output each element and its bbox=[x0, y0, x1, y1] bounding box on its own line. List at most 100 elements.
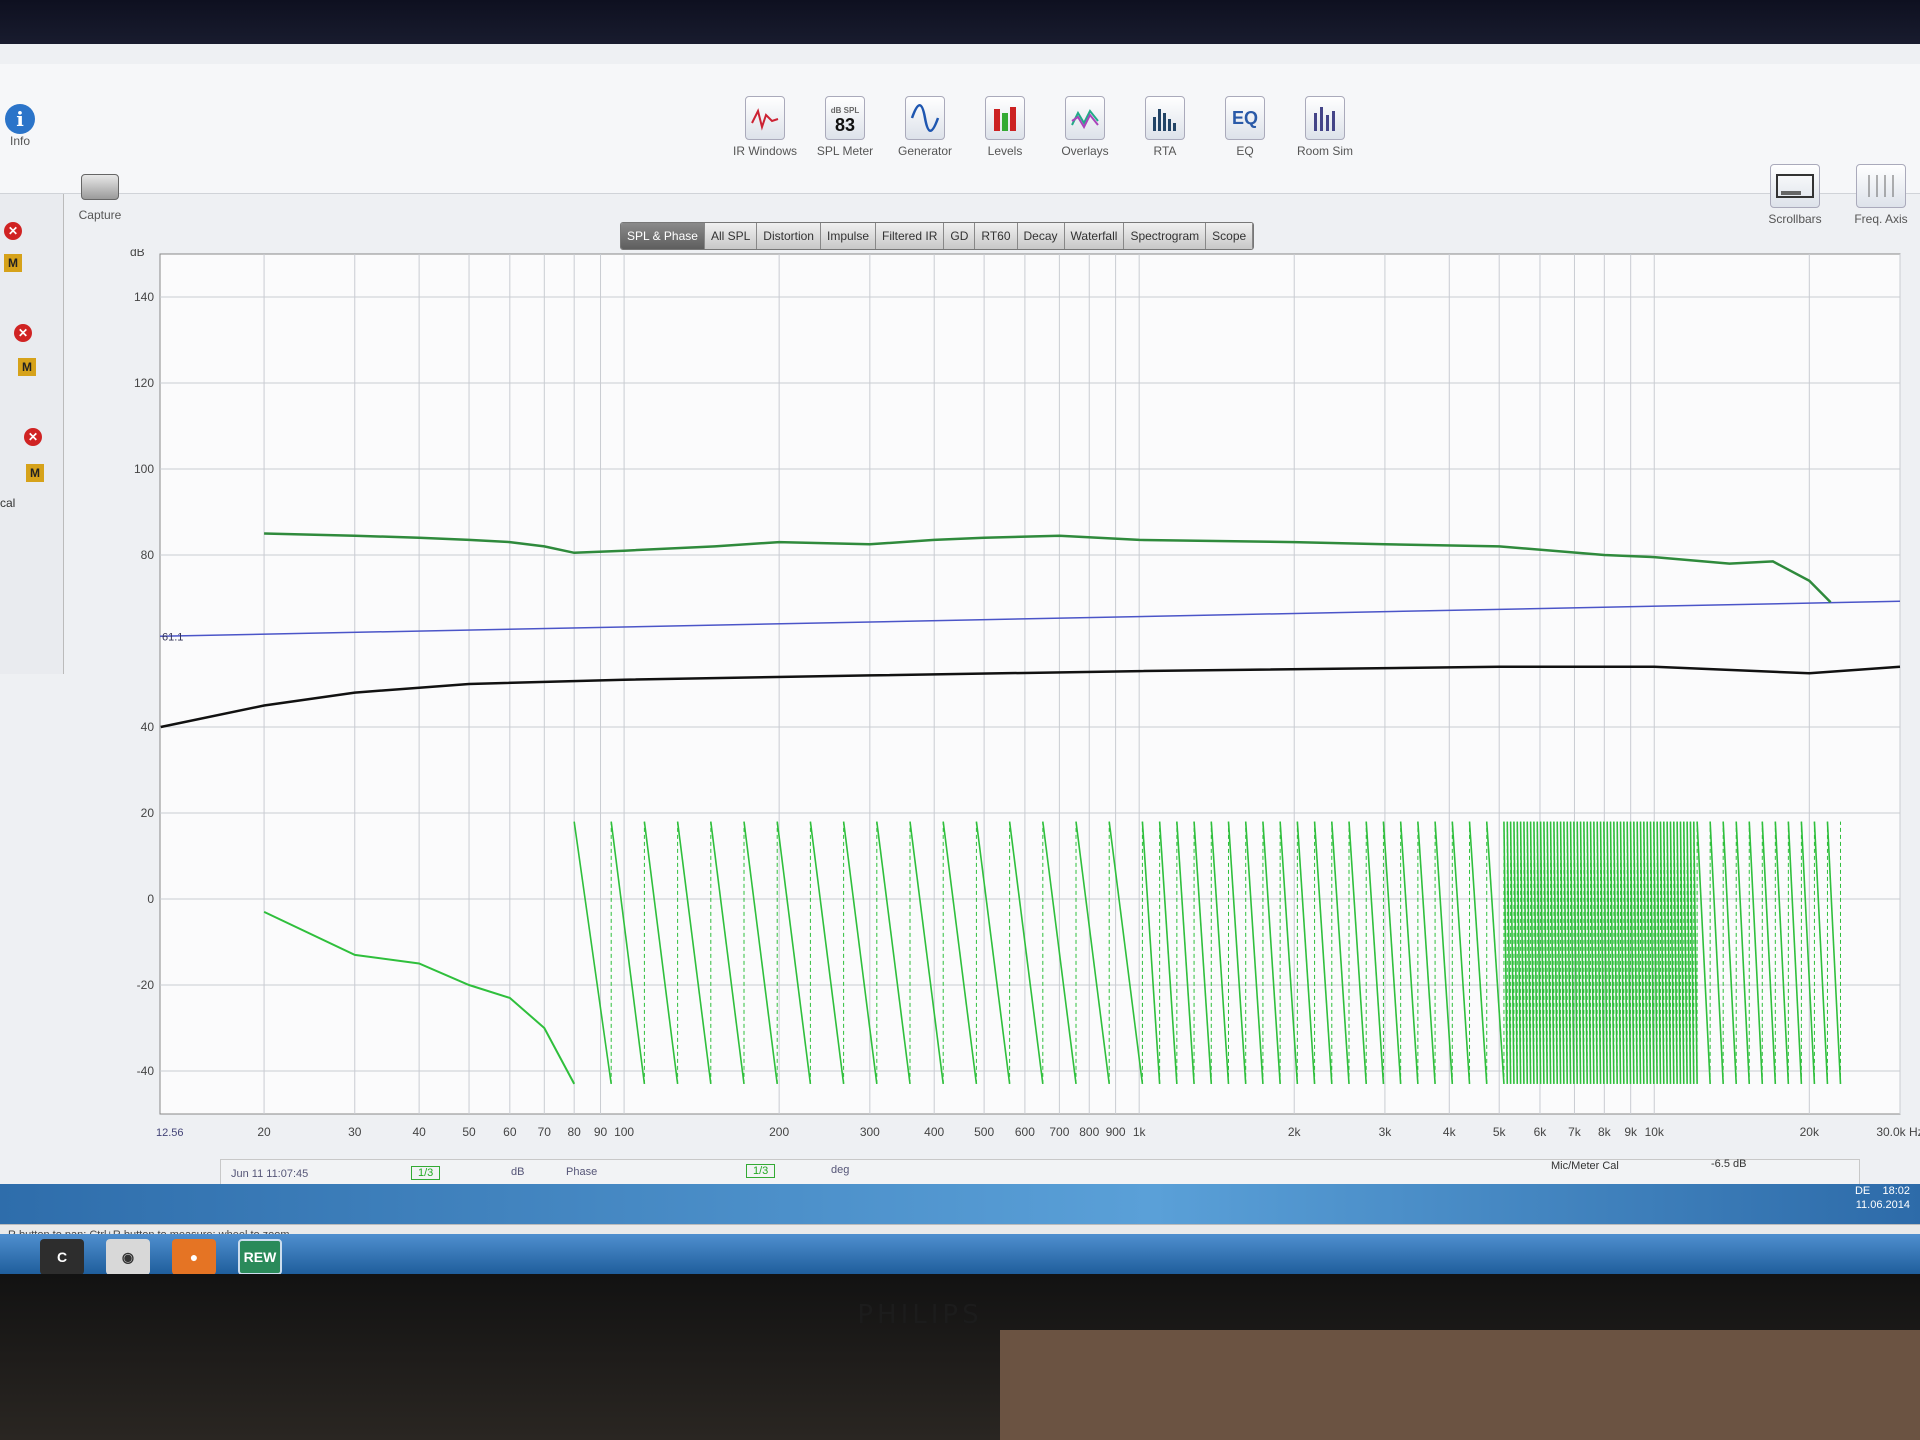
scrollbars-label: Scrollbars bbox=[1768, 212, 1822, 226]
tab-gd[interactable]: GD bbox=[944, 223, 976, 249]
x-tick-label: 2k bbox=[1288, 1125, 1302, 1139]
generator-button[interactable]: Generator bbox=[890, 96, 960, 158]
x-tick-label: 5k bbox=[1493, 1125, 1507, 1139]
freq-axis-icon bbox=[1856, 164, 1906, 208]
ir-windows-button[interactable]: IR Windows bbox=[730, 96, 800, 158]
tab-rt60[interactable]: RT60 bbox=[975, 223, 1018, 249]
tray-time[interactable]: 18:02 bbox=[1882, 1185, 1910, 1197]
x-tick-label: 80 bbox=[567, 1125, 581, 1139]
freq-axis-button[interactable]: Freq. Axis bbox=[1846, 164, 1916, 226]
y-tick-label: 40 bbox=[141, 720, 155, 734]
levels-button[interactable]: Levels bbox=[970, 96, 1040, 158]
measurement-row-3[interactable]: ✕ bbox=[4, 420, 60, 454]
monitor-brand: PHILIPS bbox=[857, 1300, 983, 1330]
legend-measurement[interactable]: Jun 11 11:07:45 bbox=[231, 1168, 308, 1180]
spl-meter-icon: dB SPL 83 bbox=[825, 96, 865, 140]
x-tick-label: 90 bbox=[594, 1125, 608, 1139]
spl-meter-button[interactable]: dB SPL 83 SPL Meter bbox=[810, 96, 880, 158]
c-app-icon[interactable]: C bbox=[40, 1239, 84, 1274]
y-tick-label: -20 bbox=[137, 978, 155, 992]
info-button[interactable]: i Info bbox=[0, 104, 40, 148]
x-tick-label: 100 bbox=[614, 1125, 634, 1139]
desk bbox=[1000, 1330, 1920, 1440]
x-tick-label: 300 bbox=[860, 1125, 880, 1139]
x-tick-label: 700 bbox=[1049, 1125, 1069, 1139]
legend-mic-cal[interactable]: Mic/Meter Cal bbox=[1551, 1160, 1619, 1172]
measurement-icon[interactable]: M bbox=[4, 254, 22, 272]
x-tick-label: 8k bbox=[1598, 1125, 1612, 1139]
x-tick-label: 900 bbox=[1106, 1125, 1126, 1139]
x-tick-label: 20 bbox=[257, 1125, 271, 1139]
levels-label: Levels bbox=[987, 144, 1023, 158]
rta-label: RTA bbox=[1153, 144, 1177, 158]
tab-waterfall[interactable]: Waterfall bbox=[1064, 223, 1125, 249]
cursor-value-label: 61.1 bbox=[162, 631, 183, 643]
remove-icon[interactable]: ✕ bbox=[14, 324, 32, 342]
y-axis-label: dB bbox=[130, 249, 145, 259]
x-tick-label: 50 bbox=[462, 1125, 476, 1139]
monitor-bezel-top bbox=[0, 0, 1920, 50]
remove-icon[interactable]: ✕ bbox=[24, 428, 42, 446]
legend-unit-db: dB bbox=[511, 1166, 525, 1178]
tab-spl-phase[interactable]: SPL & Phase bbox=[621, 223, 705, 249]
measurement-row-1[interactable]: ✕ bbox=[4, 214, 60, 248]
capture-button[interactable]: Capture bbox=[70, 174, 130, 222]
measurement-row-1-tools: M bbox=[4, 246, 60, 280]
tab-impulse[interactable]: Impulse bbox=[820, 223, 877, 249]
tray-date[interactable]: 11.06.2014 bbox=[1856, 1199, 1910, 1211]
measurement-icon[interactable]: M bbox=[26, 464, 44, 482]
x-tick-label: 3k bbox=[1379, 1125, 1393, 1139]
spl-meter-label: SPL Meter bbox=[816, 144, 874, 158]
measurement-row-2-tools: M bbox=[4, 350, 60, 384]
rta-button[interactable]: RTA bbox=[1130, 96, 1200, 158]
room-sim-button[interactable]: Room Sim bbox=[1290, 96, 1360, 158]
measurement-icon[interactable]: M bbox=[18, 358, 36, 376]
tab-filtered-ir[interactable]: Filtered IR bbox=[876, 223, 945, 249]
x-tick-label: 500 bbox=[974, 1125, 994, 1139]
tab-decay[interactable]: Decay bbox=[1017, 223, 1065, 249]
x-tick-label: 10k bbox=[1645, 1125, 1665, 1139]
ir-windows-label: IR Windows bbox=[732, 144, 797, 158]
overlays-label: Overlays bbox=[1061, 144, 1109, 158]
room-sim-icon bbox=[1305, 96, 1345, 140]
levels-icon bbox=[985, 96, 1025, 140]
info-label: Info bbox=[9, 134, 30, 148]
x-tick-label: 9k bbox=[1624, 1125, 1638, 1139]
eq-icon: EQ bbox=[1225, 96, 1265, 140]
x-tick-label: 200 bbox=[769, 1125, 789, 1139]
room-sim-label: Room Sim bbox=[1296, 144, 1353, 158]
generator-icon bbox=[905, 96, 945, 140]
rew-app-icon[interactable]: REW bbox=[238, 1239, 282, 1274]
tab-distortion[interactable]: Distortion bbox=[757, 223, 821, 249]
x-tick-label: 400 bbox=[924, 1125, 944, 1139]
x-tick-label: 60 bbox=[503, 1125, 517, 1139]
legend-unit-deg: deg bbox=[831, 1164, 850, 1176]
measurement-row-3-tools: M bbox=[4, 456, 60, 490]
eq-button[interactable]: EQ EQ bbox=[1210, 96, 1280, 158]
scrollbars-icon bbox=[1770, 164, 1820, 208]
tab-all-spl[interactable]: All SPL bbox=[704, 223, 758, 249]
x-tick-label: 6k bbox=[1534, 1125, 1548, 1139]
legend-phase[interactable]: Phase bbox=[566, 1166, 597, 1178]
y-tick-label: 20 bbox=[141, 806, 155, 820]
graph-area[interactable]: 20 30 40 50 60 70 80 90 100 200 300 400 500 600 700 800… bbox=[120, 249, 1920, 1209]
system-tray: DE 18:02 11.06.2014 bbox=[1855, 1184, 1910, 1212]
y-tick-label: -40 bbox=[137, 1064, 155, 1078]
x-tick-label: 1k bbox=[1133, 1125, 1147, 1139]
scrollbars-button[interactable]: Scrollbars bbox=[1760, 164, 1830, 226]
legend-smoothing[interactable]: 1/3 bbox=[411, 1166, 441, 1180]
generator-label: Generator bbox=[897, 144, 953, 158]
x-tick-label: 30 bbox=[348, 1125, 362, 1139]
remove-icon[interactable]: ✕ bbox=[4, 222, 22, 240]
measurement-row-2[interactable]: ✕ bbox=[4, 316, 60, 350]
spl-phase-graph[interactable]: 20 30 40 50 60 70 80 90 100 200 300 400 500 600 700 800… bbox=[120, 249, 1920, 1159]
x-tick-label: 7k bbox=[1568, 1125, 1582, 1139]
tab-spectrogram[interactable]: Spectrogram bbox=[1124, 223, 1207, 249]
taskbar bbox=[0, 1234, 1920, 1274]
tab-scope[interactable]: Scope bbox=[1206, 223, 1254, 249]
tray-lang[interactable]: DE bbox=[1855, 1185, 1870, 1197]
firefox-icon[interactable]: ● bbox=[172, 1239, 216, 1274]
legend-smoothing-2[interactable]: 1/3 bbox=[746, 1164, 776, 1178]
overlays-button[interactable]: Overlays bbox=[1050, 96, 1120, 158]
alien-app-icon[interactable]: ◉ bbox=[106, 1239, 150, 1274]
